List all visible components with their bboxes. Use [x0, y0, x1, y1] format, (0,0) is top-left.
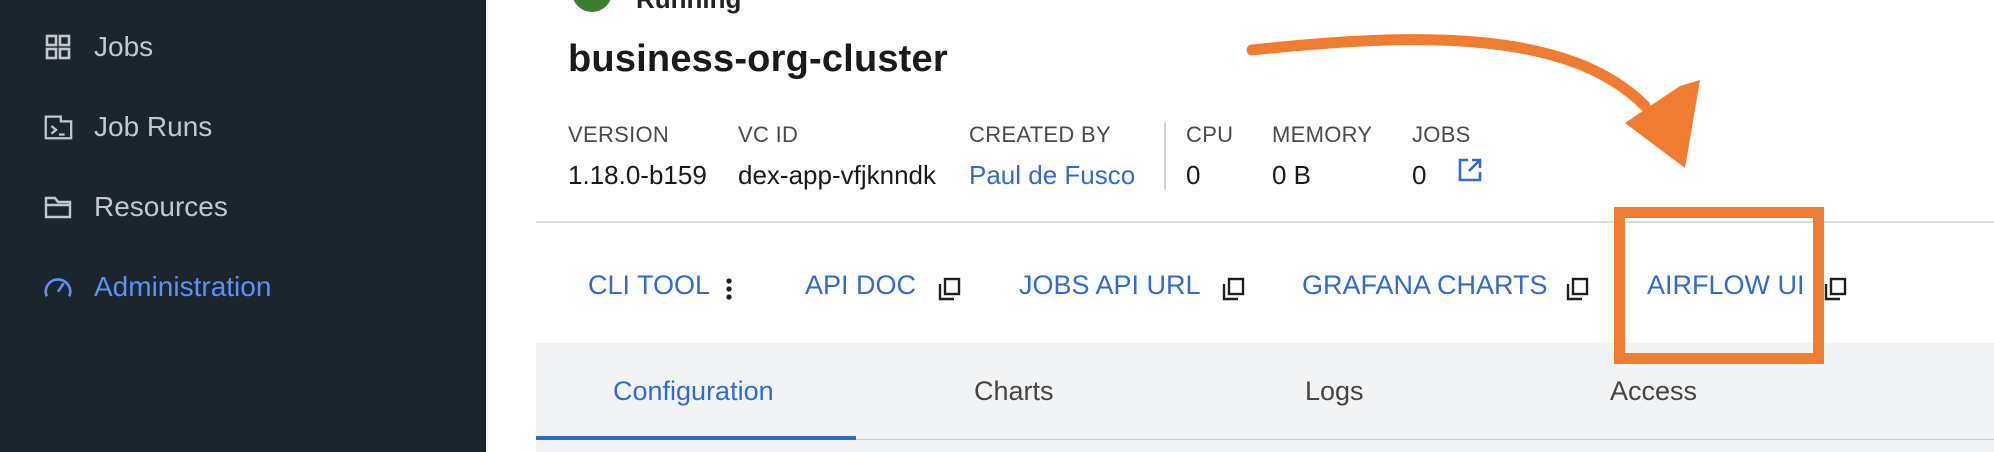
- copy-icon[interactable]: [1564, 276, 1590, 302]
- sidebar-item-label: Jobs: [94, 31, 154, 62]
- tab-logs[interactable]: Logs: [1305, 376, 1364, 407]
- tab-configuration[interactable]: Configuration: [613, 376, 774, 407]
- highlight-box: [1614, 207, 1824, 364]
- copy-icon[interactable]: [1822, 276, 1848, 302]
- meta-vcid: VC ID dex-app-vfjknndk: [738, 122, 936, 191]
- sidebar-item-label: Job Runs: [94, 111, 213, 142]
- meta-value: dex-app-vfjknndk: [738, 160, 936, 190]
- copy-icon[interactable]: [1220, 276, 1246, 302]
- tab-access[interactable]: Access: [1610, 376, 1697, 407]
- meta-label: CPU: [1186, 122, 1234, 147]
- meta-cpu: CPU 0: [1186, 122, 1233, 191]
- sidebar-item-label: Administration: [94, 271, 272, 302]
- meta-label: VERSION: [568, 122, 670, 147]
- meta-label: VC ID: [738, 122, 799, 147]
- meta-value: 0: [1186, 160, 1201, 190]
- meta-version: VERSION 1.18.0-b159: [568, 122, 707, 191]
- meta-divider: [1164, 122, 1166, 190]
- more-vert-icon[interactable]: [716, 276, 742, 302]
- annotation-arrow: [1246, 34, 1700, 168]
- api-doc-link[interactable]: API DOC: [805, 270, 916, 301]
- meta-value: 1.18.0-b159: [568, 160, 707, 190]
- created-by-link[interactable]: Paul de Fusco: [969, 160, 1135, 191]
- active-tab-indicator: [536, 436, 856, 440]
- sidebar-item-job-runs[interactable]: Job Runs: [0, 97, 486, 157]
- tab-charts[interactable]: Charts: [974, 376, 1054, 407]
- grafana-charts-link[interactable]: GRAFANA CHARTS: [1302, 270, 1548, 301]
- page-title: business-org-cluster: [568, 38, 948, 80]
- terminal-window-icon: [42, 111, 74, 143]
- speedometer-icon: [42, 271, 74, 303]
- meta-label: CREATED BY: [969, 122, 1111, 147]
- jobs-api-url-link[interactable]: JOBS API URL: [1019, 270, 1201, 301]
- sidebar-item-jobs[interactable]: Jobs: [0, 17, 486, 77]
- copy-icon[interactable]: [936, 276, 962, 302]
- folder-icon: [42, 191, 74, 223]
- meta-created-by: CREATED BY Paul de Fusco: [969, 122, 1135, 191]
- sidebar: Jobs Job Runs Resources Administration: [0, 0, 486, 452]
- grid-icon: [42, 31, 74, 63]
- sidebar-item-label: Resources: [94, 191, 228, 222]
- sidebar-item-resources[interactable]: Resources: [0, 177, 486, 237]
- sidebar-item-administration[interactable]: Administration: [0, 257, 486, 317]
- status-text: Running: [636, 0, 741, 15]
- status-check-icon: [572, 0, 612, 12]
- cli-tool-link[interactable]: CLI TOOL: [588, 270, 710, 301]
